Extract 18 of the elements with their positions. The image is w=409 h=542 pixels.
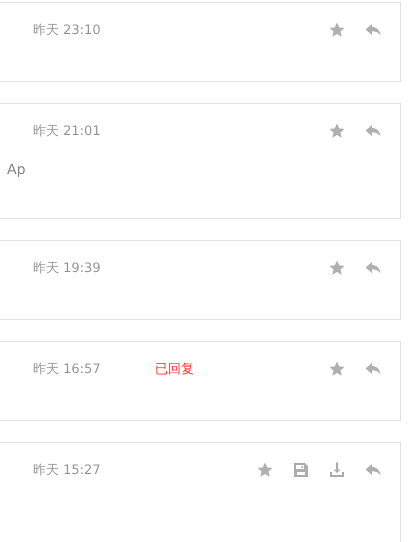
star-icon[interactable]: [328, 259, 346, 277]
star-icon[interactable]: [328, 360, 346, 378]
message-card[interactable]: 昨天 15:27: [0, 442, 401, 542]
message-snippet: Ap: [6, 162, 26, 178]
star-icon[interactable]: [328, 21, 346, 39]
status-label: 已回复: [155, 361, 194, 378]
message-card[interactable]: 昨天 16:57 已回复: [0, 341, 401, 421]
message-time: 昨天 15:27: [33, 462, 102, 479]
star-icon[interactable]: [256, 461, 274, 479]
message-card[interactable]: 昨天 21:01 Ap: [0, 103, 401, 219]
message-time: 昨天 16:57: [33, 361, 102, 378]
star-icon[interactable]: [328, 122, 346, 140]
message-card[interactable]: 昨天 19:39: [0, 240, 401, 320]
message-time: 昨天 23:10: [33, 22, 102, 39]
message-time: 昨天 21:01: [33, 123, 102, 140]
message-time: 昨天 19:39: [33, 260, 102, 277]
download-icon[interactable]: [328, 461, 346, 479]
message-card[interactable]: 昨天 23:10: [0, 2, 401, 82]
